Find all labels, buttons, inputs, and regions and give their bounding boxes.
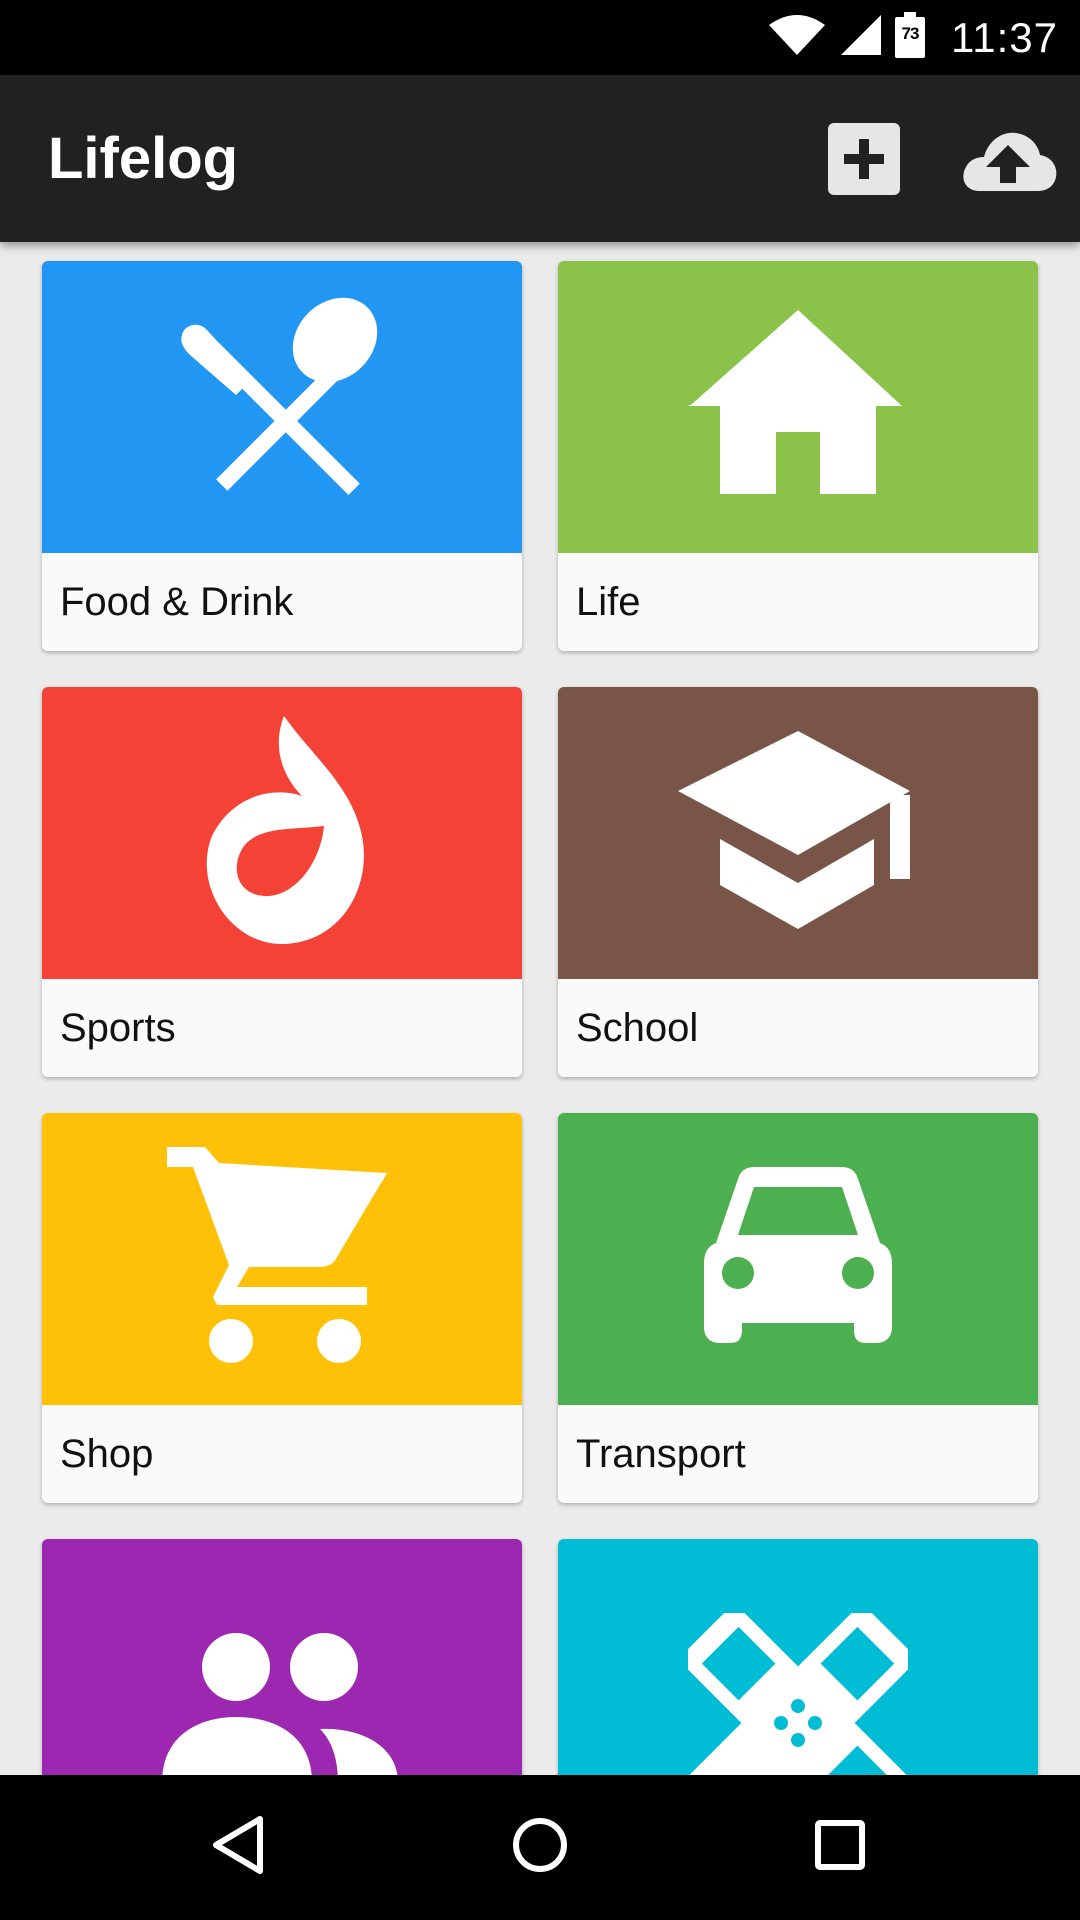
navigation-bar xyxy=(0,1775,1080,1920)
add-icon xyxy=(828,139,900,199)
category-card-sports[interactable]: Sports xyxy=(42,687,522,1077)
category-card-transport[interactable]: Transport xyxy=(558,1113,1038,1503)
battery-level: 73 xyxy=(901,24,920,43)
category-card-life[interactable]: Life xyxy=(558,261,1038,651)
add-button[interactable] xyxy=(828,123,900,195)
category-label: Transport xyxy=(576,1432,746,1476)
category-label: Shop xyxy=(60,1432,154,1476)
back-button[interactable] xyxy=(170,1775,310,1920)
app-bar: Lifelog xyxy=(0,75,1080,242)
card-color-area xyxy=(558,261,1038,553)
category-label: Sports xyxy=(60,1006,176,1050)
people-icon xyxy=(162,1632,402,1775)
card-color-area xyxy=(558,1113,1038,1405)
category-card-school[interactable]: School xyxy=(558,687,1038,1077)
category-card-food-drink[interactable]: Food & Drink xyxy=(42,261,522,651)
category-card-people[interactable] xyxy=(42,1539,522,1775)
category-card-bandage[interactable] xyxy=(558,1539,1038,1775)
card-color-area xyxy=(42,687,522,979)
card-color-area xyxy=(42,1113,522,1405)
cell-signal-icon xyxy=(839,13,883,62)
card-color-area xyxy=(558,1539,1038,1775)
battery-icon: 73 xyxy=(895,12,925,63)
flame-icon xyxy=(192,715,372,951)
category-label: Life xyxy=(576,580,641,624)
home-icon xyxy=(510,1815,570,1880)
status-bar: 73 11:37 xyxy=(0,0,1080,75)
category-grid: Food & Drink Life Sports School Shop Tra… xyxy=(0,242,1080,1775)
bandage-icon xyxy=(684,1608,912,1775)
status-icons: 73 11:37 xyxy=(767,0,1058,75)
category-label: School xyxy=(576,1006,699,1050)
cloud-upload-button[interactable] xyxy=(958,127,1058,195)
status-time: 11:37 xyxy=(951,13,1058,61)
back-icon xyxy=(210,1815,270,1880)
recents-button[interactable] xyxy=(770,1775,910,1920)
app-title: Lifelog xyxy=(48,126,239,191)
fork-spoon-icon xyxy=(172,295,392,520)
card-color-area xyxy=(558,687,1038,979)
wifi-icon xyxy=(767,13,827,62)
card-color-area xyxy=(42,261,522,553)
card-color-area xyxy=(42,1539,522,1775)
cloud-upload-icon xyxy=(958,132,1058,199)
category-label: Food & Drink xyxy=(60,580,294,624)
recents-icon xyxy=(810,1815,870,1880)
shopping-cart-icon xyxy=(167,1146,397,1372)
house-icon xyxy=(688,309,908,505)
category-card-shop[interactable]: Shop xyxy=(42,1113,522,1503)
graduation-cap-icon xyxy=(678,730,918,936)
home-button[interactable] xyxy=(470,1775,610,1920)
car-icon xyxy=(698,1166,898,1352)
